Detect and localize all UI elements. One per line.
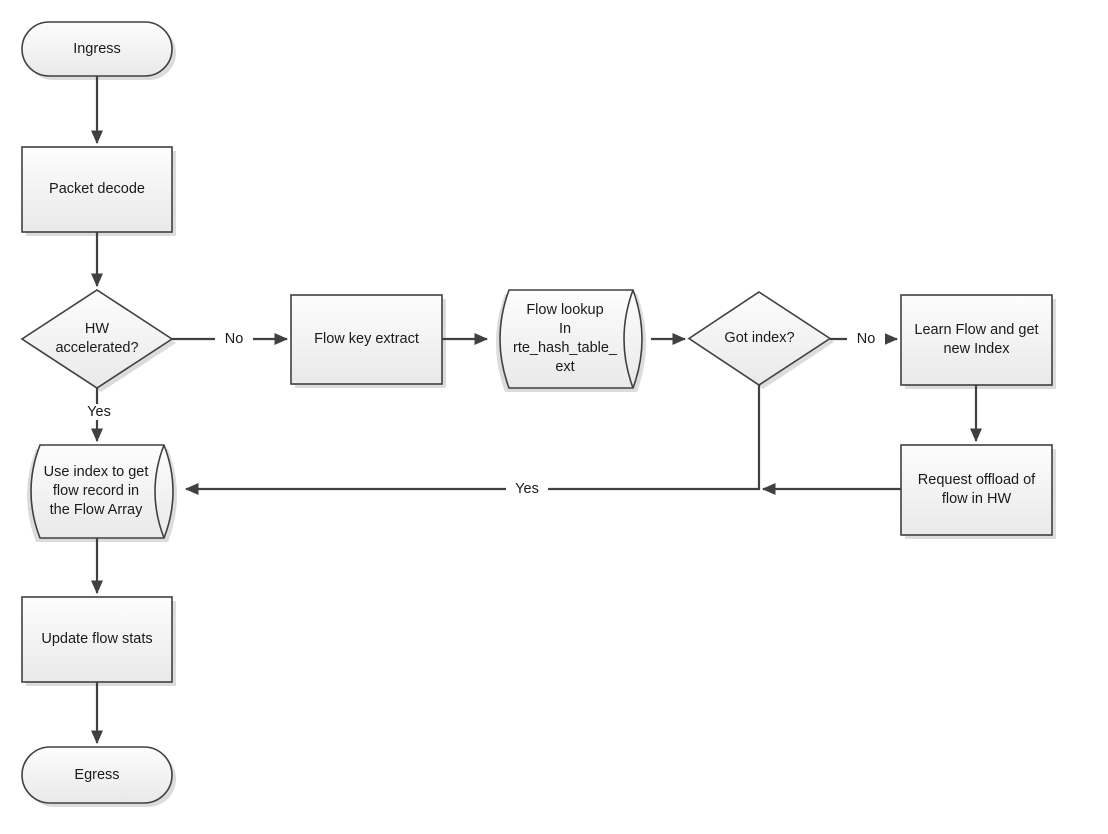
edge-label-hw-accelerated-no: No	[215, 331, 253, 347]
edge-got-index-yes-to-use-index	[184, 385, 761, 496]
node-flow-key-extract-shape	[290, 294, 443, 385]
node-use-index-shape	[30, 444, 174, 539]
edge-label-got-index-yes: Yes	[506, 481, 548, 497]
node-got-index-shape	[687, 291, 832, 386]
node-ingress-shape	[21, 21, 173, 77]
node-hw-accelerated-shape	[20, 289, 174, 389]
node-shapes	[20, 21, 1053, 804]
flowchart-canvas: Ingress Packet decode HW accelerated? Fl…	[0, 0, 1108, 834]
node-packet-decode-shape	[21, 146, 173, 233]
node-update-flow-stats-shape	[21, 596, 173, 683]
node-shadows	[26, 26, 1056, 807]
flowchart-graphics	[20, 21, 1056, 807]
node-request-offload-shape	[900, 444, 1053, 536]
node-flow-lookup-shape	[499, 289, 643, 389]
edge-label-got-index-no: No	[847, 331, 885, 347]
node-egress-shape	[21, 746, 173, 804]
node-learn-flow-shape	[900, 294, 1053, 386]
edge-connectors	[90, 76, 983, 745]
edge-label-hw-accelerated-yes: Yes	[78, 404, 120, 420]
